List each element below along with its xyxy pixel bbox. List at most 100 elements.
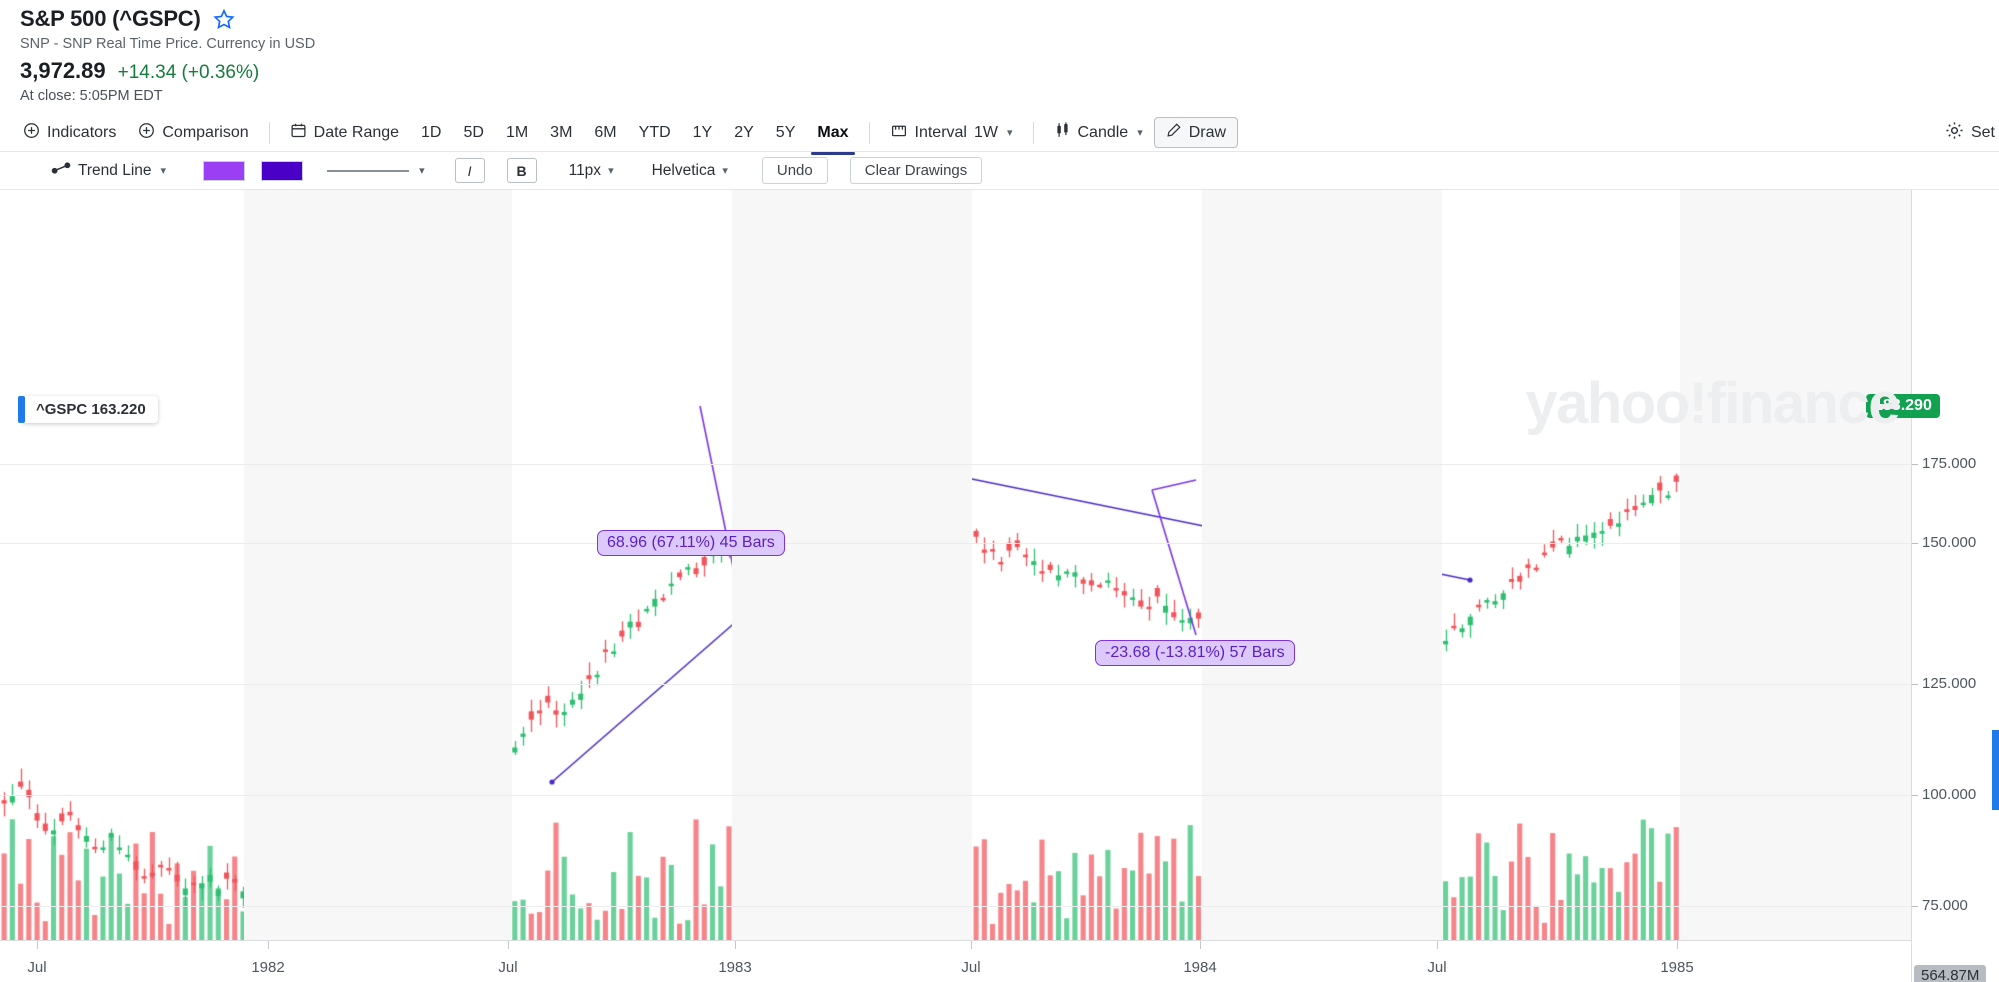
date-axis[interactable]: Jul 1982 Jul 1983 Jul 1984 Jul 1985 — [0, 940, 1911, 982]
date-tick — [1437, 941, 1438, 949]
comparison-button[interactable]: Comparison — [127, 116, 259, 150]
price-row: 3,972.89 +14.34 (+0.36%) — [20, 58, 1999, 84]
indicators-label: Indicators — [47, 123, 117, 141]
clear-drawings-button[interactable]: Clear Drawings — [849, 157, 983, 184]
gridline — [0, 543, 1911, 544]
settings-label: Set — [1970, 123, 1995, 141]
star-outline-icon[interactable] — [212, 8, 235, 30]
date-tick-label-6: Jul — [1427, 959, 1447, 976]
trendline-annotation-2[interactable]: -23.68 (-13.81%) 57 Bars — [1095, 640, 1295, 666]
vertical-scrollbar-thumb[interactable] — [1992, 730, 1999, 810]
font-size-dropdown[interactable]: 11px ▾ — [559, 158, 624, 184]
chart-container[interactable]: yahoo!finance ^GSPC 163.220 68.96 (67.11… — [0, 190, 1999, 982]
price-axis[interactable]: 188.290 564.87M 175.000 150.000 125.000 … — [1866, 190, 1999, 982]
year-band — [732, 190, 972, 940]
toolbar-divider — [868, 121, 870, 144]
indicators-button[interactable]: Indicators — [12, 116, 127, 150]
chart-type-label: Candle — [1077, 123, 1129, 141]
price-tick-100: 100.000 — [1922, 786, 1977, 803]
axis-tick — [1912, 684, 1918, 685]
gear-icon — [1945, 121, 1964, 145]
year-band — [1202, 190, 1442, 940]
quote-change: +14.34 (+0.36%) — [117, 62, 260, 83]
gridline — [0, 464, 1911, 465]
chevron-down-icon: ▾ — [419, 165, 425, 177]
interval-label: Interval — [914, 123, 967, 141]
interval-value: 1W — [973, 123, 998, 141]
line-style-dropdown[interactable]: ▾ — [319, 160, 433, 181]
gridline — [0, 684, 1911, 685]
trendline-annotation-1[interactable]: 68.96 (67.11%) 45 Bars — [597, 530, 785, 556]
plus-circle-icon — [23, 122, 40, 144]
stroke-color-swatch[interactable] — [261, 160, 304, 181]
chevron-down-icon: ▾ — [722, 165, 728, 177]
date-tick-label-3: 1983 — [718, 959, 752, 976]
draw-label: Draw — [1188, 123, 1227, 141]
yahoo-finance-watermark: yahoo!finance — [1525, 371, 1900, 436]
trend-line-icon — [51, 161, 71, 180]
chevron-down-icon: ▾ — [1006, 127, 1013, 139]
title-row: S&P 500 (^GSPC) — [20, 6, 1999, 32]
chart-toolbar: Indicators Comparison Date Range 1D 5D 1… — [0, 114, 1999, 155]
range-5d[interactable]: 5D — [454, 120, 492, 146]
font-size-value: 11px — [568, 161, 602, 179]
trend-line-tool[interactable]: Trend Line ▾ — [40, 155, 177, 186]
date-tick-label-0: Jul — [27, 959, 47, 976]
calendar-icon — [290, 122, 307, 144]
toolbar-divider — [1032, 121, 1034, 144]
range-2y[interactable]: 2Y — [725, 120, 763, 146]
range-3m[interactable]: 3M — [541, 120, 581, 146]
font-family-dropdown[interactable]: Helvetica ▾ — [642, 158, 738, 184]
date-range-button[interactable]: Date Range — [279, 116, 410, 150]
date-tick — [735, 941, 736, 949]
drawing-toolbar: Trend Line ▾ ▾ I B 11px ▾ Helvetica ▾ Un… — [0, 152, 1999, 190]
chevron-down-icon: ▾ — [1137, 127, 1143, 139]
axis-tick — [1912, 543, 1918, 544]
price-tick-175: 175.000 — [1922, 455, 1977, 472]
range-max[interactable]: Max — [808, 120, 857, 155]
range-ytd[interactable]: YTD — [630, 120, 680, 146]
line-style-preview — [327, 169, 410, 172]
volume-badge: 564.87M — [1914, 965, 1987, 982]
interval-button[interactable]: Interval 1W ▾ — [879, 116, 1024, 150]
plus-circle-icon — [138, 122, 155, 144]
date-tick — [508, 941, 509, 949]
quote-header: S&P 500 (^GSPC) SNP - SNP Real Time Pric… — [0, 0, 1999, 106]
date-tick-label-4: Jul — [961, 959, 981, 976]
trend-line-label: Trend Line — [78, 161, 152, 179]
chart-type-button[interactable]: Candle ▾ — [1043, 115, 1154, 150]
date-tick-label-5: 1984 — [1183, 959, 1217, 976]
draw-button[interactable]: Draw — [1153, 117, 1239, 148]
date-tick-label-7: 1985 — [1660, 959, 1694, 976]
italic-button[interactable]: I — [454, 158, 485, 183]
range-1m[interactable]: 1M — [497, 120, 537, 146]
range-6m[interactable]: 6M — [585, 120, 625, 146]
axis-tick — [1912, 464, 1918, 465]
axis-tick — [1912, 795, 1918, 796]
series-legend-badge: ^GSPC 163.220 — [18, 396, 158, 423]
quote-market-status: At close: 5:05PM EDT — [20, 88, 163, 104]
font-family-value: Helvetica — [651, 161, 716, 179]
price-plot[interactable] — [0, 190, 1911, 940]
pencil-icon — [1166, 122, 1182, 143]
range-1d[interactable]: 1D — [412, 120, 450, 146]
range-1y[interactable]: 1Y — [684, 120, 722, 146]
range-5y[interactable]: 5Y — [767, 120, 805, 146]
gridline — [0, 795, 1911, 796]
quote-subtitle: SNP - SNP Real Time Price. Currency in U… — [20, 36, 316, 52]
fill-color-swatch[interactable] — [203, 160, 246, 181]
bold-button[interactable]: B — [506, 158, 537, 183]
date-tick — [1677, 941, 1678, 949]
price-tick-75: 75.000 — [1922, 897, 1968, 914]
settings-button[interactable]: Set — [1945, 121, 1995, 145]
interval-icon — [890, 122, 908, 144]
gridline — [0, 906, 1911, 907]
date-tick-label-1: 1982 — [251, 959, 285, 976]
chevron-down-icon: ▾ — [160, 165, 167, 177]
undo-button[interactable]: Undo — [761, 157, 828, 184]
date-tick — [971, 941, 972, 949]
comparison-label: Comparison — [162, 123, 249, 141]
price-tick-125: 125.000 — [1922, 675, 1977, 692]
axis-tick — [1912, 906, 1918, 907]
date-tick — [1200, 941, 1201, 949]
